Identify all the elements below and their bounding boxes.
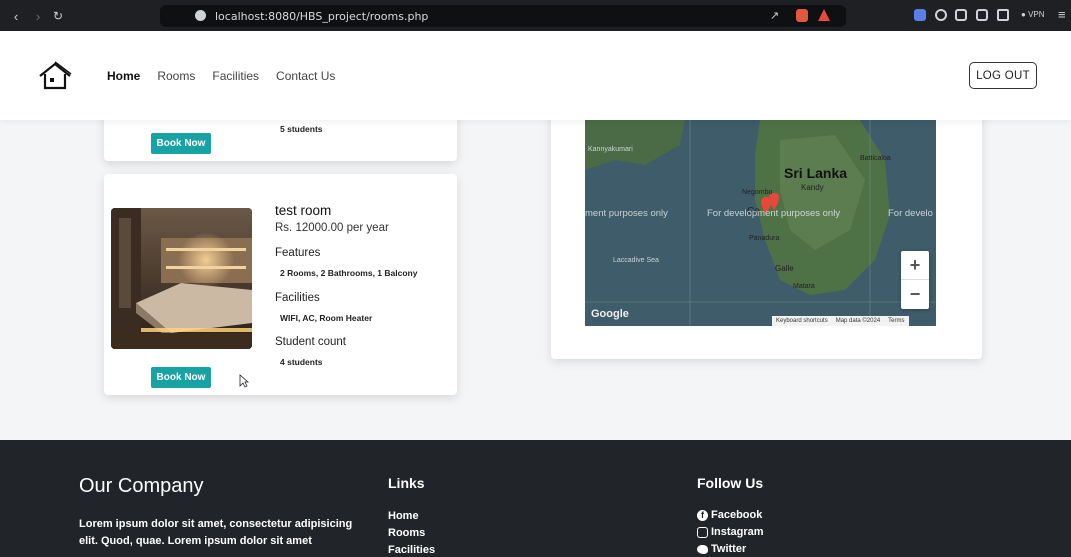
url-text[interactable]: localhost:8080/HBS_project/rooms.php [215,10,428,23]
instagram-label: Instagram [711,526,764,538]
instagram-icon [697,526,708,538]
menu-icon[interactable]: ≡ [1058,7,1066,22]
google-map[interactable]: Sri Lanka Kandy Negombo Co Panadura Gall… [585,120,936,326]
footer-social-facebook[interactable]: f Facebook [697,509,762,521]
keyboard-shortcuts-link[interactable]: Keyboard shortcuts [776,318,828,324]
book-now-button[interactable]: Book Now [151,367,211,388]
footer-link-rooms[interactable]: Rooms [388,527,425,539]
footer-company-title: Our Company [79,475,204,497]
map-watermark: For develo [888,208,933,219]
room-title: test room [275,203,332,218]
back-icon[interactable]: ‹ [9,9,23,24]
google-logo: Google [591,308,629,320]
footer-social-twitter[interactable]: Twitter [697,543,746,555]
map-data-text: Map data ©2024 [835,318,881,324]
footer-link-facilities[interactable]: Facilities [388,544,435,556]
forward-icon[interactable]: › [31,9,45,24]
footer-social-instagram[interactable]: Instagram [697,526,764,538]
features-value: 2 Rooms, 2 Bathrooms, 1 Balcony [280,268,418,278]
vpn-button[interactable]: ● VPN [1021,10,1045,19]
twitter-label: Twitter [711,543,747,555]
zoom-out-button[interactable]: − [901,280,929,309]
sidebar-icon[interactable] [955,9,967,21]
mouse-cursor-icon [239,374,249,388]
map-country-label: Sri Lanka [784,165,848,181]
facilities-value: WIFI, AC, Room Heater [280,313,373,323]
footer-links-heading: Links [388,475,425,491]
address-bar[interactable]: localhost:8080/HBS_project/rooms.php ↗ [160,5,846,27]
brave-rewards-icon[interactable] [818,9,830,21]
zoom-in-button[interactable]: + [901,251,929,280]
browser-toolbar: ‹ › ↻ ☐ localhost:8080/HBS_project/rooms… [0,0,1071,31]
brave-shield-icon[interactable] [796,9,808,22]
student-count-heading: Student count [275,336,346,348]
bedroom-photo [111,208,252,349]
map-place-label: Laccadive Sea [613,257,659,264]
map-attribution: Keyboard shortcuts Map data ©2024 Terms [772,316,909,326]
nav-facilities[interactable]: Facilities [212,69,259,83]
site-footer: Our Company Lorem ipsum dolor sit amet, … [0,440,1071,557]
student-count-value: 4 students [280,357,323,367]
extension-icon[interactable] [914,9,926,21]
map-place-label: Negombo [742,189,773,196]
footer-company-text: Lorem ipsum dolor sit amet, consectetur … [79,518,353,547]
room-image [111,208,252,349]
map-watermark: For development purposes only [707,208,841,219]
site-header: Home Rooms Facilities Contact Us LOG OUT [0,31,1071,120]
nav-rooms[interactable]: Rooms [157,69,195,83]
room-price: Rs. 12000.00 per year [275,222,389,234]
map-canvas [585,120,936,326]
map-place-label: Batticaloa [860,155,891,162]
map-place-label: Panadura [749,235,780,242]
share-icon[interactable]: ↗ [770,9,779,22]
main-nav: Home Rooms Facilities Contact Us [107,69,335,83]
chat-icon[interactable] [935,9,947,21]
map-watermark: ment purposes only [585,208,668,219]
features-heading: Features [275,247,321,259]
nav-contact[interactable]: Contact Us [276,69,335,83]
twitter-icon [697,544,708,554]
footer-follow-heading: Follow Us [697,475,764,491]
wallet-icon[interactable] [976,9,988,21]
map-place-label: Kannyakumari [588,146,633,153]
facilities-heading: Facilities [275,292,320,304]
home-logo-icon[interactable] [38,61,72,91]
facebook-icon: f [697,509,708,521]
logout-button[interactable]: LOG OUT [969,62,1037,89]
map-place-label: Galle [775,264,794,273]
book-now-button[interactable]: Book Now [151,133,211,154]
vpn-label: VPN [1028,10,1045,19]
footer-link-home[interactable]: Home [388,510,419,522]
map-place-label: Kandy [801,183,824,192]
student-count-value: 5 students [280,124,323,134]
map-place-label: Matara [793,283,815,290]
site-info-icon[interactable] [195,10,206,21]
facebook-label: Facebook [711,509,763,521]
terms-link[interactable]: Terms [888,318,904,324]
map-zoom-control: + − [901,251,929,309]
leo-icon[interactable] [997,9,1009,21]
nav-home[interactable]: Home [107,69,140,83]
reload-icon[interactable]: ↻ [51,9,65,23]
